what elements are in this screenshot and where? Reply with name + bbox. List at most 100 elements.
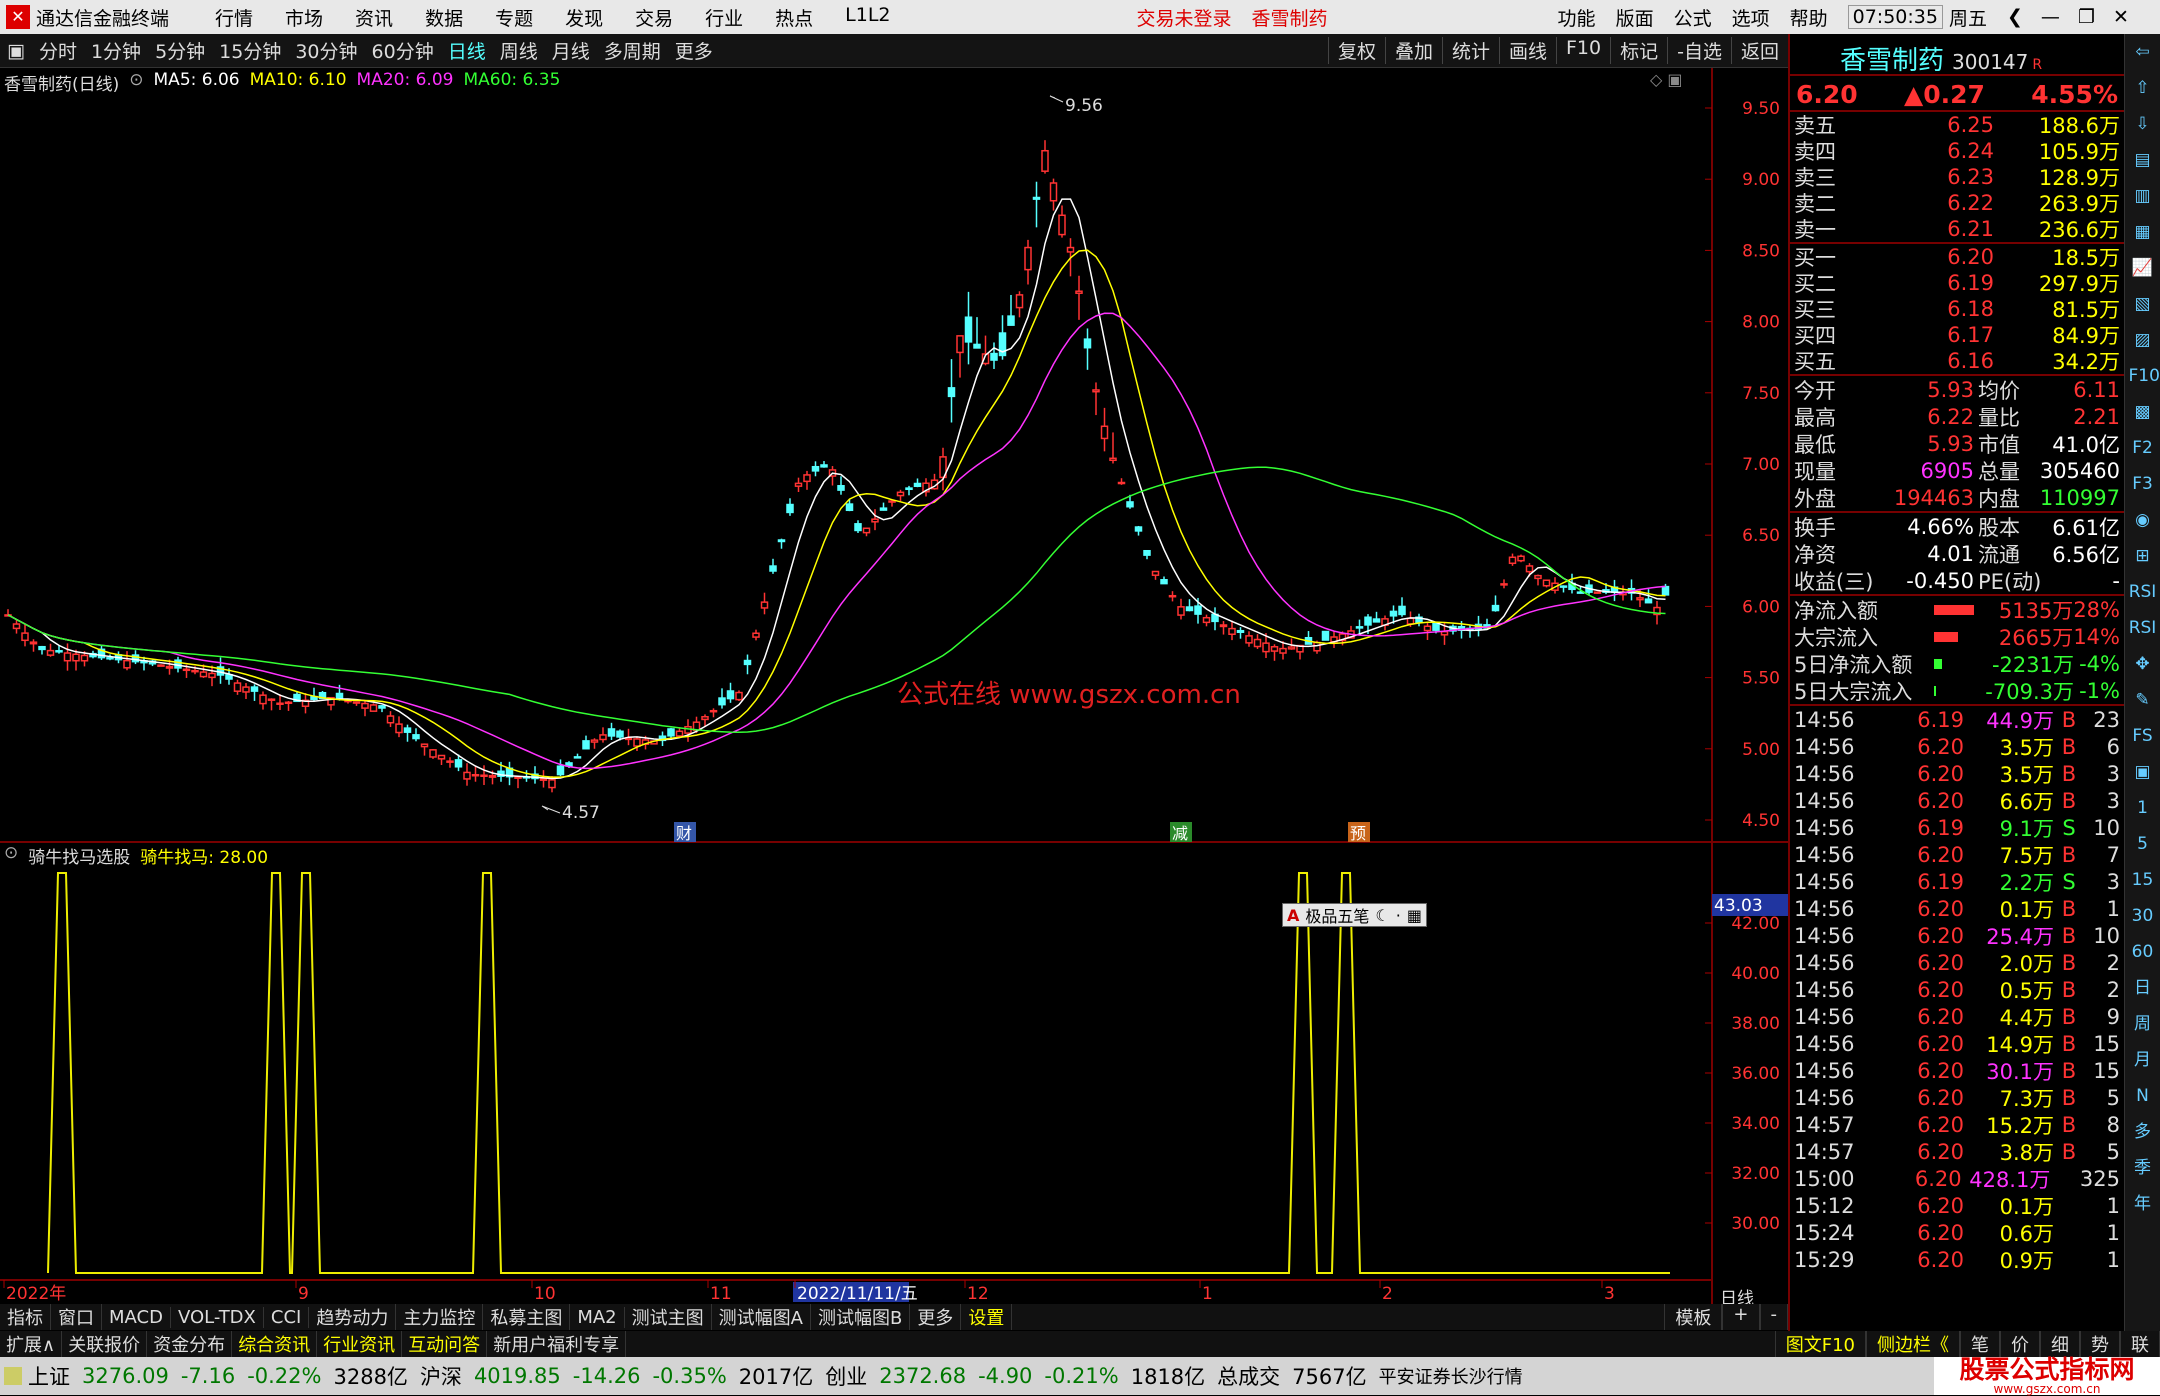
menu-item[interactable]: 专题 [479, 4, 549, 31]
book-row[interactable]: 卖三 6.23 128.9万 [1790, 164, 2124, 190]
indicator-tab[interactable]: CCI [264, 1306, 310, 1328]
chart-tool-button[interactable]: F10 [1556, 37, 1610, 64]
sidebar-button[interactable]: 季 [2129, 1154, 2157, 1182]
indicator-tab[interactable]: 设置 [961, 1304, 1013, 1330]
menu-item[interactable]: 数据 [409, 4, 479, 31]
moon-icon[interactable]: ☾ [1375, 906, 1389, 925]
menu-item[interactable]: 交易 [619, 4, 689, 31]
toggle-icon[interactable]: ⊙ [4, 843, 18, 868]
side-tab[interactable]: 笔 [1960, 1331, 2000, 1357]
hs-label[interactable]: 沪深 [414, 1361, 468, 1391]
keyboard-icon[interactable]: ▦ [1407, 906, 1422, 925]
chart-tool-button[interactable]: 复权 [1327, 37, 1385, 64]
info-tab[interactable]: 资金分布 [147, 1331, 233, 1357]
info-tab[interactable]: 互动问答 [402, 1331, 488, 1357]
side-tab[interactable]: 细 [2040, 1331, 2080, 1357]
chart-tool-button[interactable]: 画线 [1498, 37, 1556, 64]
side-tab[interactable]: 价 [2000, 1331, 2040, 1357]
sidebar-button[interactable]: 月 [2129, 1046, 2157, 1074]
sidebar-button[interactable]: ⇦ [2129, 38, 2157, 66]
right-menu-item[interactable]: 帮助 [1780, 4, 1838, 31]
sidebar-button[interactable]: 日 [2129, 974, 2157, 1002]
menu-item[interactable]: L1L2 [829, 4, 906, 31]
indicator-tab[interactable]: 私募主图 [483, 1304, 571, 1330]
info-tab[interactable]: 扩展∧ [0, 1331, 63, 1357]
chart-area[interactable]: 9.50 9.00 8.50 8.00 7.50 7.00 6.50 6.00 5.50 5.00… [0, 68, 1788, 1304]
template-button[interactable]: + [1722, 1304, 1760, 1330]
cy-label[interactable]: 创业 [819, 1361, 873, 1391]
sidebar-button[interactable]: N [2129, 1082, 2157, 1110]
indicator-tab[interactable]: 窗口 [51, 1304, 102, 1330]
sidebar-button[interactable]: ▣ [2129, 758, 2157, 786]
book-row[interactable]: 买二 6.19 297.9万 [1790, 270, 2124, 296]
menu-item[interactable]: 热点 [759, 4, 829, 31]
sidebar-button[interactable]: FS [2129, 722, 2157, 750]
book-row[interactable]: 买一 6.20 18.5万 [1790, 244, 2124, 270]
back-icon[interactable]: ❮ [2007, 6, 2023, 28]
menu-item[interactable]: 市场 [269, 4, 339, 31]
book-row[interactable]: 卖四 6.24 105.9万 [1790, 138, 2124, 164]
sidebar-button[interactable]: 60 [2129, 938, 2157, 966]
chart-tool-button[interactable]: 叠加 [1384, 37, 1442, 64]
template-button[interactable]: 模板 [1664, 1304, 1723, 1330]
indicator-tab[interactable]: 主力监控 [396, 1304, 484, 1330]
chart-tool-button[interactable]: 统计 [1441, 37, 1499, 64]
sidebar-button[interactable]: 周 [2129, 1010, 2157, 1038]
period-tab[interactable]: 更多 [668, 37, 720, 64]
info-tab[interactable]: 综合资讯 [232, 1331, 318, 1357]
sidebar-button[interactable]: ⊞ [2129, 542, 2157, 570]
indicator-tab[interactable]: VOL-TDX [171, 1306, 264, 1328]
chart-options-icon[interactable]: ◇ ▣ [1650, 70, 1683, 89]
sidebar-button[interactable]: ▧ [2129, 290, 2157, 318]
minimize-icon[interactable]: — [2041, 6, 2060, 28]
sidebar-button[interactable]: ⇩ [2129, 110, 2157, 138]
period-tab[interactable]: 分时 [32, 37, 84, 64]
sidebar-button[interactable]: 年 [2129, 1190, 2157, 1218]
event-marker-cai[interactable]: 财 [676, 824, 692, 843]
book-row[interactable]: 买五 6.16 34.2万 [1790, 348, 2124, 374]
sidebar-button[interactable]: 多 [2129, 1118, 2157, 1146]
chart-tool-button[interactable]: 标记 [1610, 37, 1667, 64]
dot-icon[interactable]: · [1396, 906, 1401, 925]
sidebar-button[interactable]: 15 [2129, 866, 2157, 894]
sidebar-button[interactable]: ▤ [2129, 146, 2157, 174]
info-tab[interactable]: 新用户福利专享 [487, 1331, 627, 1357]
sidebar-button[interactable]: RSI [2129, 614, 2157, 642]
side-tab[interactable]: 联 [2120, 1331, 2160, 1357]
sidebar-button[interactable]: ▨ [2129, 326, 2157, 354]
period-tab[interactable]: 1分钟 [84, 37, 148, 64]
book-row[interactable]: 买三 6.18 81.5万 [1790, 296, 2124, 322]
indicator-tab[interactable]: 趋势动力 [309, 1304, 397, 1330]
sidebar-button[interactable]: ▥ [2129, 182, 2157, 210]
sidebar-button[interactable]: ▩ [2129, 398, 2157, 426]
chart-tool-button[interactable]: -自选 [1667, 37, 1731, 64]
menu-toggle-icon[interactable]: ▣ [0, 40, 32, 62]
sidebar-button[interactable]: 📈 [2129, 254, 2157, 282]
close-icon[interactable]: ✕ [2113, 6, 2129, 28]
side-tab[interactable]: 图文F10 [1774, 1331, 1866, 1357]
menu-item[interactable]: 行业 [689, 4, 759, 31]
right-menu-item[interactable]: 版面 [1606, 4, 1664, 31]
sidebar-button[interactable]: 5 [2129, 830, 2157, 858]
sidebar-button[interactable]: 1 [2129, 794, 2157, 822]
top-stock-name[interactable]: 香雪制药 [1252, 4, 1328, 31]
sidebar-button[interactable]: RSI [2129, 578, 2157, 606]
restore-icon[interactable]: ❐ [2078, 6, 2095, 28]
sidebar-button[interactable]: ⇧ [2129, 74, 2157, 102]
info-tab[interactable]: 行业资讯 [317, 1331, 403, 1357]
right-menu-item[interactable]: 选项 [1722, 4, 1780, 31]
event-marker-jian[interactable]: 减 [1172, 824, 1188, 843]
period-tab[interactable]: 5分钟 [148, 37, 212, 64]
sidebar-button[interactable]: F10 [2129, 362, 2160, 390]
book-row[interactable]: 卖二 6.22 263.9万 [1790, 190, 2124, 216]
indicator-tab[interactable]: 测试主图 [625, 1304, 712, 1330]
indicator-tab[interactable]: 测试幅图B [811, 1304, 911, 1330]
template-button[interactable]: - [1759, 1304, 1788, 1330]
book-row[interactable]: 卖一 6.21 236.6万 [1790, 216, 2124, 242]
period-tab[interactable]: 月线 [545, 37, 597, 64]
right-menu-item[interactable]: 功能 [1548, 4, 1606, 31]
menu-item[interactable]: 行情 [199, 4, 269, 31]
book-row[interactable]: 买四 6.17 84.9万 [1790, 322, 2124, 348]
menu-item[interactable]: 资讯 [339, 4, 409, 31]
period-tab[interactable]: 日线 [441, 37, 493, 64]
